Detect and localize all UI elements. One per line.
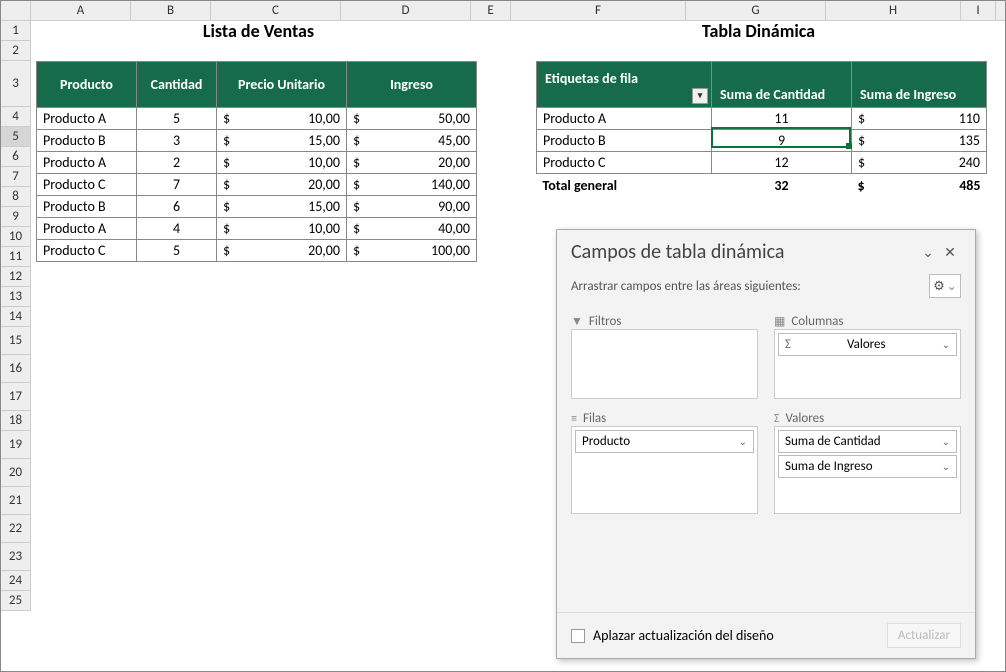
col-header-B[interactable]: B	[131, 1, 211, 20]
row-header-17[interactable]: 17	[1, 383, 30, 411]
row-headers: 1234567891011121314151617181920212223242…	[1, 21, 31, 611]
grid-area[interactable]: Lista de Ventas Tabla Dinámica ProductoC…	[31, 21, 1005, 671]
sales-header: Cantidad	[137, 62, 217, 108]
rows-zone: ≡ Filas Producto⌄	[571, 411, 758, 514]
row-header-25[interactable]: 25	[1, 591, 30, 611]
row-header-20[interactable]: 20	[1, 459, 30, 487]
row-header-4[interactable]: 4	[1, 107, 30, 127]
table-row[interactable]: Producto B9$135	[537, 130, 987, 152]
columns-zone: ▦ Columnas Σ Valores⌄	[774, 314, 961, 399]
gear-icon: ⚙	[933, 279, 945, 294]
field-item[interactable]: Suma de Cantidad⌄	[778, 430, 957, 453]
pivot-header: Suma de Ingreso	[852, 62, 987, 108]
filter-icon: ▼	[571, 314, 583, 329]
row-header-5[interactable]: 5	[1, 127, 30, 147]
update-button[interactable]: Actualizar	[887, 623, 961, 648]
col-header-A[interactable]: A	[31, 1, 131, 20]
field-zones: ▼ Filtros ▦ Columnas Σ Valores⌄ ≡ Filas Pro…	[557, 310, 975, 518]
row-header-2[interactable]: 2	[1, 41, 30, 61]
sales-title: Lista de Ventas	[31, 21, 486, 41]
filters-dropzone[interactable]	[571, 329, 758, 399]
table-row[interactable]: Producto A2$10,00$20,00	[37, 152, 477, 174]
row-header-15[interactable]: 15	[1, 327, 30, 355]
collapse-icon[interactable]: ⌄	[917, 241, 939, 263]
row-header-11[interactable]: 11	[1, 247, 30, 267]
columns-icon: ▦	[774, 314, 785, 329]
pivot-table[interactable]: Etiquetas de fila▾Suma de CantidadSuma d…	[536, 61, 987, 196]
sales-header: Ingreso	[347, 62, 477, 108]
gear-button[interactable]: ⚙⌄	[929, 274, 961, 298]
table-row[interactable]: Producto A11$110	[537, 108, 987, 130]
columns-dropzone[interactable]: Σ Valores⌄	[774, 329, 961, 399]
col-header-E[interactable]: E	[471, 1, 511, 20]
table-row[interactable]: Producto C12$240	[537, 152, 987, 174]
field-item[interactable]: Suma de Ingreso⌄	[778, 455, 957, 478]
pane-subtitle-row: Arrastrar campos entre las áreas siguien…	[557, 270, 975, 310]
col-header-D[interactable]: D	[341, 1, 471, 20]
row-header-8[interactable]: 8	[1, 187, 30, 207]
col-header-I[interactable]: I	[961, 1, 996, 20]
row-header-3[interactable]: 3	[1, 61, 30, 107]
field-item[interactable]: Producto⌄	[575, 430, 754, 453]
row-labels-dropdown[interactable]: ▾	[692, 88, 708, 104]
row-header-10[interactable]: 10	[1, 227, 30, 247]
row-header-18[interactable]: 18	[1, 411, 30, 431]
row-header-16[interactable]: 16	[1, 355, 30, 383]
row-header-21[interactable]: 21	[1, 487, 30, 515]
pane-title: Campos de tabla dinámica	[571, 240, 917, 264]
close-icon[interactable]: ✕	[939, 241, 961, 263]
row-header-23[interactable]: 23	[1, 543, 30, 571]
col-header-F[interactable]: F	[511, 1, 686, 20]
table-row[interactable]: Producto B3$15,00$45,00	[37, 130, 477, 152]
rows-dropzone[interactable]: Producto⌄	[571, 426, 758, 514]
table-row[interactable]: Producto C7$20,00$140,00	[37, 174, 477, 196]
pivot-header: Suma de Cantidad	[712, 62, 852, 108]
pivot-title: Tabla Dinámica	[536, 21, 981, 41]
filters-label: Filtros	[589, 314, 622, 329]
sales-header: Producto	[37, 62, 137, 108]
column-headers: ABCDEFGHI	[31, 1, 1005, 21]
sales-table[interactable]: ProductoCantidadPrecio UnitarioIngresoPr…	[36, 61, 477, 262]
filters-zone: ▼ Filtros	[571, 314, 758, 399]
row-header-9[interactable]: 9	[1, 207, 30, 227]
chevron-down-icon: ⌄	[947, 279, 957, 294]
row-header-7[interactable]: 7	[1, 167, 30, 187]
table-row[interactable]: Producto B6$15,00$90,00	[37, 196, 477, 218]
row-header-19[interactable]: 19	[1, 431, 30, 459]
pane-header: Campos de tabla dinámica ⌄ ✕	[557, 230, 975, 270]
columns-label: Columnas	[791, 314, 843, 329]
pivot-fields-pane[interactable]: Campos de tabla dinámica ⌄ ✕ Arrastrar c…	[556, 229, 976, 659]
col-header-H[interactable]: H	[826, 1, 961, 20]
col-header-G[interactable]: G	[686, 1, 826, 20]
rows-label: Filas	[583, 411, 606, 426]
sales-header: Precio Unitario	[217, 62, 347, 108]
sigma-icon: Σ	[774, 412, 780, 426]
row-header-22[interactable]: 22	[1, 515, 30, 543]
values-label: Valores	[786, 411, 825, 426]
row-header-6[interactable]: 6	[1, 147, 30, 167]
pane-subtitle: Arrastrar campos entre las áreas siguien…	[571, 279, 929, 294]
row-header-24[interactable]: 24	[1, 571, 30, 591]
table-row[interactable]: Producto A4$10,00$40,00	[37, 218, 477, 240]
pivot-header: Etiquetas de fila▾	[537, 62, 712, 108]
table-row[interactable]: Producto C5$20,00$100,00	[37, 240, 477, 262]
total-row: Total general32$485	[537, 174, 987, 197]
rows-icon: ≡	[571, 412, 577, 426]
pane-footer: Aplazar actualización del diseño Actuali…	[557, 612, 975, 658]
row-header-12[interactable]: 12	[1, 267, 30, 287]
row-header-14[interactable]: 14	[1, 307, 30, 327]
values-dropzone[interactable]: Suma de Cantidad⌄Suma de Ingreso⌄	[774, 426, 961, 514]
col-header-C[interactable]: C	[211, 1, 341, 20]
table-row[interactable]: Producto A5$10,00$50,00	[37, 108, 477, 130]
row-header-13[interactable]: 13	[1, 287, 30, 307]
defer-label: Aplazar actualización del diseño	[593, 627, 774, 644]
select-all-corner[interactable]	[1, 1, 31, 21]
defer-checkbox[interactable]	[571, 629, 585, 643]
spreadsheet-viewport: ABCDEFGHI 123456789101112131415161718192…	[0, 0, 1006, 672]
values-zone: Σ Valores Suma de Cantidad⌄Suma de Ingres…	[774, 411, 961, 514]
field-item[interactable]: Σ Valores⌄	[778, 333, 957, 356]
row-header-1[interactable]: 1	[1, 21, 30, 41]
